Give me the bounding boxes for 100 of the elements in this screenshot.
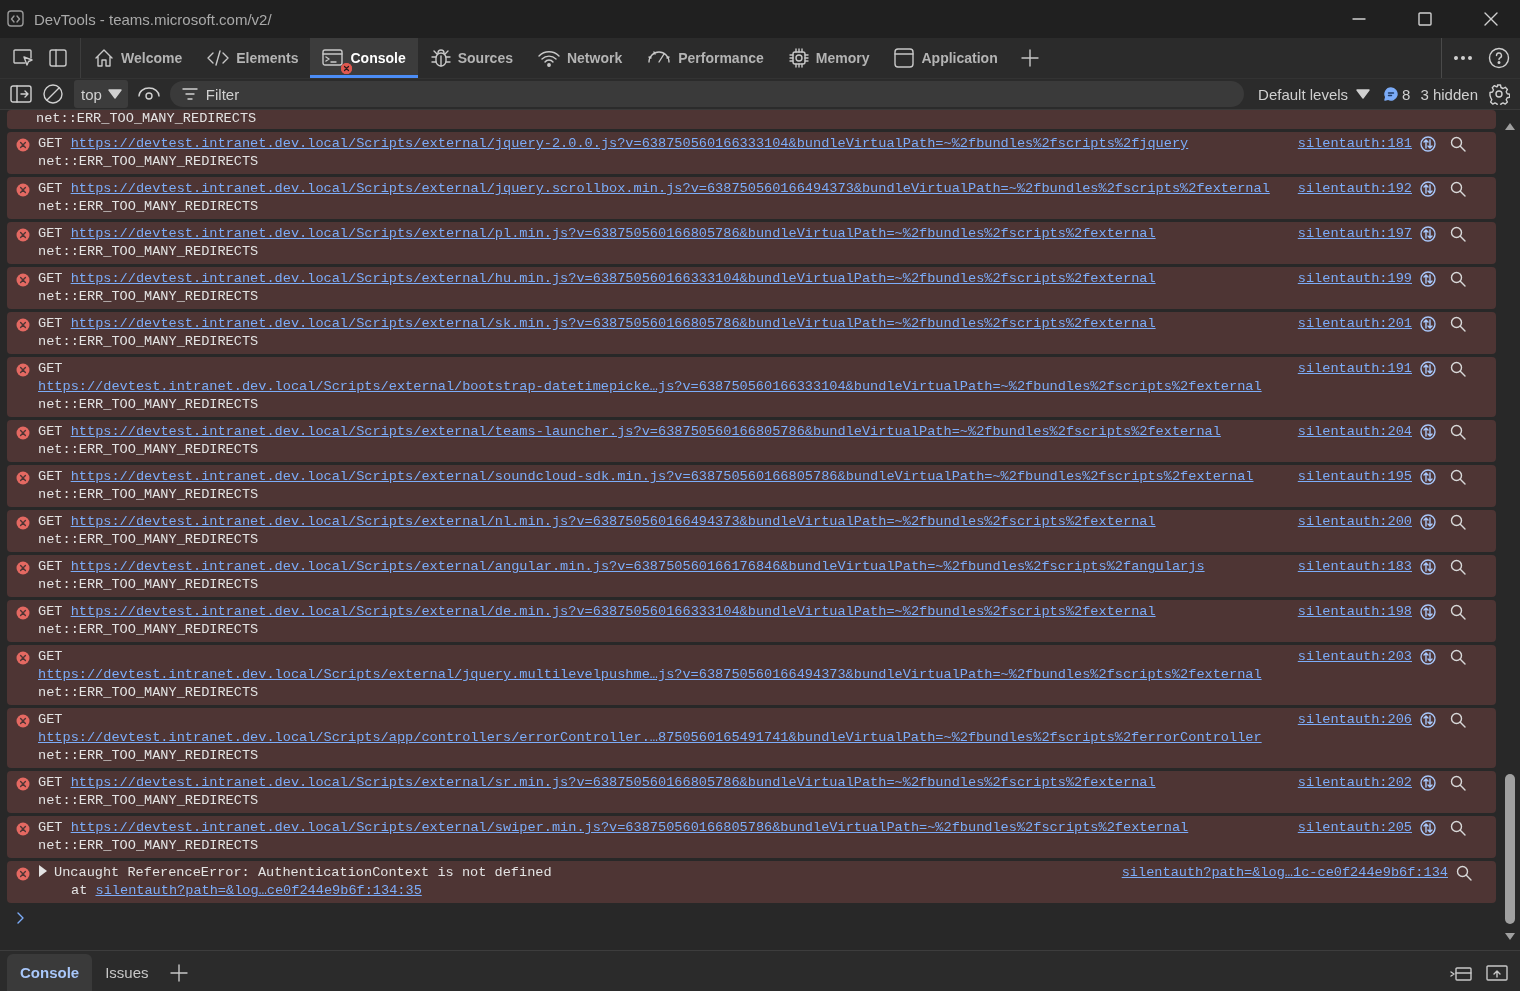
source-link[interactable]: silentauth:195 — [1297, 468, 1412, 486]
search-icon[interactable] — [1450, 271, 1466, 287]
source-link[interactable]: silentauth:198 — [1297, 603, 1412, 621]
stack-frame-link[interactable]: silentauth?path=&log…ce0f244e9b6f:134:35 — [95, 883, 422, 898]
circle-arrows-icon[interactable] — [1420, 514, 1436, 530]
circle-arrows-icon[interactable] — [1420, 136, 1436, 152]
search-icon[interactable] — [1450, 712, 1466, 728]
source-link[interactable]: silentauth:201 — [1297, 315, 1412, 333]
error-icon — [16, 561, 30, 575]
circle-arrows-icon[interactable] — [1420, 181, 1436, 197]
request-url-link[interactable]: https://devtest.intranet.dev.local/Scripts/external/de.min.js?v=638750560166333104&bundleVirtualPath=~%2fbundles%2fscripts%2fexternal — [70, 604, 1156, 619]
request-url-link[interactable]: https://devtest.intranet.dev.local/Scripts/external/swiper.min.js?v=638750560166805786&bundleVirtualPath=~%2fbundles%2fscripts%2fexternal — [70, 820, 1189, 835]
more-icon[interactable] — [1454, 55, 1472, 61]
drawer-tab[interactable]: Issues — [92, 954, 162, 991]
request-url-link[interactable]: https://devtest.intranet.dev.local/Scripts/external/soundcloud-sdk.min.js?v=638750560166805786&bundleVirtualPath=~%2fbundles%2fscripts%2fexternal — [70, 469, 1254, 484]
maximize-icon[interactable] — [1417, 11, 1433, 27]
request-url-link[interactable]: https://devtest.intranet.dev.local/Scripts/external/jquery.multilevelpushme…js?v=638750560166494373&bundleVirtualPath=~%2fbundles%2fscripts%2fexternal — [38, 667, 1262, 682]
circle-arrows-icon[interactable] — [1420, 316, 1436, 332]
source-link[interactable]: silentauth:202 — [1297, 774, 1412, 792]
source-link[interactable]: silentauth:183 — [1297, 558, 1412, 576]
search-icon[interactable] — [1456, 865, 1472, 881]
request-url-link[interactable]: https://devtest.intranet.dev.local/Scripts/app/controllers/errorController.…8750560165491741&bundleVirtualPath=~%2fbundles%2fscripts%2ferrorController — [38, 730, 1262, 745]
source-link[interactable]: silentauth:205 — [1297, 819, 1412, 837]
levels-dropdown[interactable]: Default levels — [1254, 85, 1375, 103]
filter-field[interactable]: Filter — [169, 81, 1245, 107]
request-url-link[interactable]: https://devtest.intranet.dev.local/Scripts/external/nl.min.js?v=638750560166494373&bundleVirtualPath=~%2fbundles%2fscripts%2fexternal — [70, 514, 1156, 529]
search-icon[interactable] — [1450, 604, 1466, 620]
tab[interactable]: Elements — [194, 38, 311, 78]
request-method: GET — [38, 316, 63, 331]
inspect-icon[interactable] — [12, 48, 34, 68]
circle-arrows-icon[interactable] — [1420, 361, 1436, 377]
circle-arrows-icon[interactable] — [1420, 712, 1436, 728]
context-dropdown[interactable]: top — [74, 80, 128, 108]
request-url-link[interactable]: https://devtest.intranet.dev.local/Scripts/external/teams-launcher.js?v=638750560166805786&bundleVirtualPath=~%2fbundles%2fscripts%2fexternal — [70, 424, 1221, 439]
request-url-link[interactable]: https://devtest.intranet.dev.local/Scripts/external/jquery.scrollbox.min.js?v=638750560166494373&bundleVirtualPath=~%2fbundles%2fscripts%2fexternal — [70, 181, 1270, 196]
tab[interactable]: Sources — [417, 38, 525, 78]
circle-arrows-icon[interactable] — [1420, 604, 1436, 620]
source-link[interactable]: silentauth:204 — [1297, 423, 1412, 441]
search-icon[interactable] — [1450, 316, 1466, 332]
search-icon[interactable] — [1450, 469, 1466, 485]
search-icon[interactable] — [1450, 181, 1466, 197]
add-tab-icon[interactable] — [1019, 48, 1040, 68]
source-link[interactable]: silentauth:197 — [1297, 225, 1412, 243]
circle-arrows-icon[interactable] — [1420, 775, 1436, 791]
search-icon[interactable] — [1450, 136, 1466, 152]
request-url-link[interactable]: https://devtest.intranet.dev.local/Scripts/external/sr.min.js?v=638750560166805786&bundleVirtualPath=~%2fbundles%2fscripts%2fexternal — [70, 775, 1156, 790]
circle-arrows-icon[interactable] — [1420, 469, 1436, 485]
source-link[interactable]: silentauth:199 — [1297, 270, 1412, 288]
expand-triangle-icon[interactable] — [38, 864, 48, 878]
source-link[interactable]: silentauth:192 — [1297, 180, 1412, 198]
source-link[interactable]: silentauth?path=&log…1c-ce0f244e9b6f:134 — [1121, 864, 1448, 882]
error-text: net::ERR_TOO_MANY_REDIRECTS — [38, 154, 259, 169]
tab[interactable]: Network — [524, 38, 635, 78]
panel-icon[interactable] — [1486, 963, 1508, 982]
error-icon — [16, 318, 30, 332]
request-url-link[interactable]: https://devtest.intranet.dev.local/Scripts/external/bootstrap-datetimepicke…js?v=638750560166333104&bundleVirtualPath=~%2fbundles%2fscripts%2fexternal — [38, 379, 1262, 394]
circle-arrows-icon[interactable] — [1420, 649, 1436, 665]
circle-arrows-icon[interactable] — [1420, 559, 1436, 575]
source-link[interactable]: silentauth:181 — [1297, 135, 1412, 153]
error-text: net::ERR_TOO_MANY_REDIRECTS — [38, 577, 259, 592]
settings-icon[interactable] — [1488, 83, 1510, 105]
request-method: GET — [38, 361, 63, 376]
request-url-link[interactable]: https://devtest.intranet.dev.local/Scripts/external/angular.min.js?v=638750560166176846&bundleVirtualPath=~%2fbundles%2fscripts%2fangularjs — [70, 559, 1205, 574]
circle-arrows-icon[interactable] — [1420, 424, 1436, 440]
tab[interactable]: Performance — [634, 38, 776, 78]
scrollbar-thumb[interactable] — [1505, 774, 1515, 924]
tab[interactable]: Console — [310, 38, 418, 78]
circle-arrows-icon[interactable] — [1420, 820, 1436, 836]
help-icon[interactable] — [1488, 47, 1510, 69]
sidebar-icon[interactable] — [10, 85, 32, 103]
source-link[interactable]: silentauth:191 — [1297, 360, 1412, 378]
circle-arrows-icon[interactable] — [1420, 226, 1436, 242]
filter-icon — [181, 87, 198, 101]
search-icon[interactable] — [1450, 775, 1466, 791]
search-icon[interactable] — [1450, 226, 1466, 242]
error-icon — [16, 606, 30, 620]
clear-icon[interactable] — [42, 83, 64, 105]
search-icon[interactable] — [1450, 361, 1466, 377]
search-icon[interactable] — [1450, 514, 1466, 530]
search-icon[interactable] — [1450, 424, 1466, 440]
device-toggle-icon[interactable] — [48, 48, 68, 68]
source-link[interactable]: silentauth:206 — [1297, 711, 1412, 729]
request-url-link[interactable]: https://devtest.intranet.dev.local/Scripts/external/sk.min.js?v=638750560166805786&bundleVirtualPath=~%2fbundles%2fscripts%2fexternal — [70, 316, 1156, 331]
eye-icon[interactable] — [137, 86, 160, 102]
search-icon[interactable] — [1450, 649, 1466, 665]
request-url-link[interactable]: https://devtest.intranet.dev.local/Scripts/external/pl.min.js?v=638750560166805786&bundleVirtualPath=~%2fbundles%2fscripts%2fexternal — [70, 226, 1156, 241]
request-url-link[interactable]: https://devtest.intranet.dev.local/Scripts/external/hu.min.js?v=638750560166333104&bundleVirtualPath=~%2fbundles%2fscripts%2fexternal — [70, 271, 1156, 286]
prompt-chevron-icon[interactable] — [16, 912, 26, 924]
close-icon[interactable] — [1483, 11, 1499, 27]
circle-arrows-icon[interactable] — [1420, 271, 1436, 287]
drawer-tab[interactable]: Console — [7, 954, 93, 991]
tab[interactable]: Application — [881, 38, 1010, 78]
request-url-link[interactable]: https://devtest.intranet.dev.local/Scripts/external/jquery-2.0.0.js?v=638750560166333104&bundleVirtualPath=~%2fbundles%2fscripts%2fjquery — [70, 136, 1189, 151]
source-link[interactable]: silentauth:203 — [1297, 648, 1412, 666]
search-icon[interactable] — [1450, 559, 1466, 575]
source-link[interactable]: silentauth:200 — [1297, 513, 1412, 531]
add-tab-icon[interactable] — [169, 963, 188, 982]
search-icon[interactable] — [1450, 820, 1466, 836]
tab[interactable]: Welcome — [81, 38, 195, 78]
tab[interactable]: Memory — [775, 38, 882, 78]
